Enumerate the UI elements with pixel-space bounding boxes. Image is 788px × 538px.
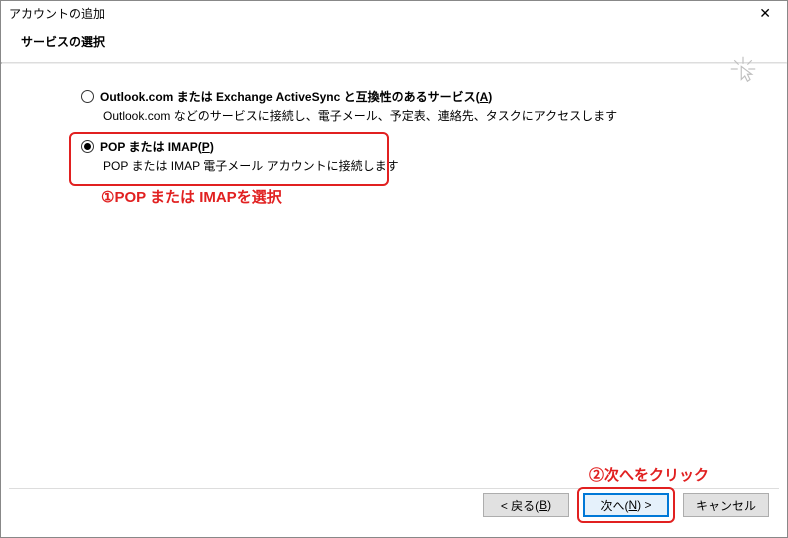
page-title: サービスの選択 <box>21 33 767 50</box>
titlebar: アカウントの追加 <box>1 1 787 25</box>
radio-eas[interactable] <box>81 90 94 103</box>
add-account-dialog: アカウントの追加 ✕ サービスの選択 Outlook.com ま <box>0 0 788 538</box>
button-row: < 戻る(B) 次へ(N) > キャンセル <box>483 487 769 523</box>
option-pop[interactable]: POP または IMAP(P) <box>81 138 767 155</box>
wizard-header: サービスの選択 <box>1 25 787 62</box>
option-pop-desc: POP または IMAP 電子メール アカウントに接続します <box>103 157 767 174</box>
option-eas-label: Outlook.com または Exchange ActiveSync と互換性… <box>100 88 492 105</box>
option-pop-label: POP または IMAP(P) <box>100 138 214 155</box>
close-button[interactable]: ✕ <box>753 3 777 24</box>
annotation-1: ①POP または IMAPを選択 <box>101 186 282 207</box>
next-button[interactable]: 次へ(N) > <box>583 493 669 517</box>
option-eas[interactable]: Outlook.com または Exchange ActiveSync と互換性… <box>81 88 767 105</box>
close-icon: ✕ <box>759 5 771 21</box>
cancel-button[interactable]: キャンセル <box>683 493 769 517</box>
option-eas-desc: Outlook.com などのサービスに接続し、電子メール、予定表、連絡先、タス… <box>103 107 767 124</box>
annotation-2: ②次へをクリック <box>589 464 709 485</box>
radio-pop[interactable] <box>81 140 94 153</box>
back-button[interactable]: < 戻る(B) <box>483 493 569 517</box>
window-title: アカウントの追加 <box>9 5 105 22</box>
option-pop-group: POP または IMAP(P) POP または IMAP 電子メール アカウント… <box>81 138 767 174</box>
highlight-next-button: 次へ(N) > <box>577 487 675 523</box>
